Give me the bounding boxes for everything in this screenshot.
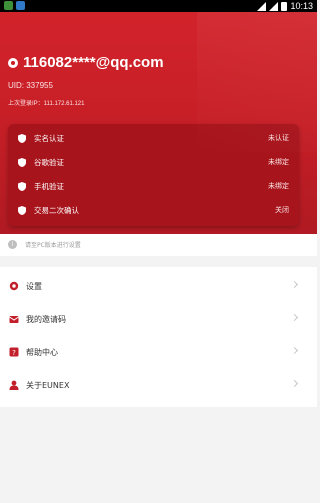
chevron-right-icon <box>290 280 299 289</box>
account-row: 116082****@qq.com <box>8 54 164 71</box>
menu-list: 设置 我的邀请码 ? 帮助中心 关于EUNEX <box>0 267 317 407</box>
menu-item-label: 帮助中心 <box>26 348 58 357</box>
signal-icon <box>257 1 267 11</box>
security-item-real-name[interactable]: 实名认证 未认证 <box>8 126 299 150</box>
security-item-label: 实名认证 <box>34 133 64 143</box>
shield-icon <box>18 206 26 215</box>
security-item-status: 未认证 <box>268 134 289 142</box>
chevron-right-icon <box>290 313 299 322</box>
security-item-status: 关闭 <box>275 206 289 214</box>
info-icon: i <box>8 240 17 249</box>
menu-item-label: 我的邀请码 <box>26 315 66 324</box>
shield-icon <box>18 182 26 191</box>
status-bar: 10:13 <box>0 0 317 12</box>
battery-icon <box>281 1 288 11</box>
cell-signal-icon <box>269 1 279 11</box>
notification-icons <box>4 1 25 10</box>
menu-item-label: 关于EUNEX <box>26 381 70 390</box>
shield-icon <box>18 134 26 143</box>
security-item-label: 谷歌验证 <box>34 157 64 167</box>
user-dot-icon <box>8 57 18 68</box>
app-notification-icon <box>4 1 13 10</box>
user-icon <box>9 380 19 390</box>
security-item-status: 未绑定 <box>268 182 289 190</box>
svg-text:?: ? <box>12 349 16 357</box>
shield-icon <box>18 158 26 167</box>
security-item-label: 交易二次确认 <box>34 205 79 215</box>
security-card: 实名认证 未认证 谷歌验证 未绑定 手机验证 未绑定 交易二次确认 关闭 <box>8 124 299 226</box>
invite-icon <box>9 316 19 323</box>
menu-item-settings[interactable]: 设置 <box>0 269 317 302</box>
security-item-trade-confirm[interactable]: 交易二次确认 关闭 <box>8 198 299 222</box>
last-login-ip: 上次登录IP：111.172.61.121 <box>8 101 85 107</box>
menu-item-about[interactable]: 关于EUNEX <box>0 368 317 401</box>
security-item-status: 未绑定 <box>268 158 289 166</box>
account-email: 116082****@qq.com <box>23 54 164 71</box>
account-header: 116082****@qq.com UID: 337955 上次登录IP：111… <box>0 12 317 234</box>
clock: 10:13 <box>290 1 313 11</box>
app-notification-icon <box>16 1 25 10</box>
security-item-google[interactable]: 谷歌验证 未绑定 <box>8 150 299 174</box>
chevron-right-icon <box>290 346 299 355</box>
settings-icon <box>9 281 19 291</box>
menu-item-invite-code[interactable]: 我的邀请码 <box>0 302 317 335</box>
chevron-right-icon <box>290 379 299 388</box>
security-item-phone[interactable]: 手机验证 未绑定 <box>8 174 299 198</box>
menu-item-label: 设置 <box>26 282 42 291</box>
user-id: UID: 337955 <box>8 81 53 90</box>
notice-text: 请至PC版本进行设置 <box>25 242 81 249</box>
menu-item-help-center[interactable]: ? 帮助中心 <box>0 335 317 368</box>
help-icon: ? <box>9 347 19 357</box>
security-item-label: 手机验证 <box>34 181 64 191</box>
pc-settings-notice: i 请至PC版本进行设置 <box>0 234 317 256</box>
